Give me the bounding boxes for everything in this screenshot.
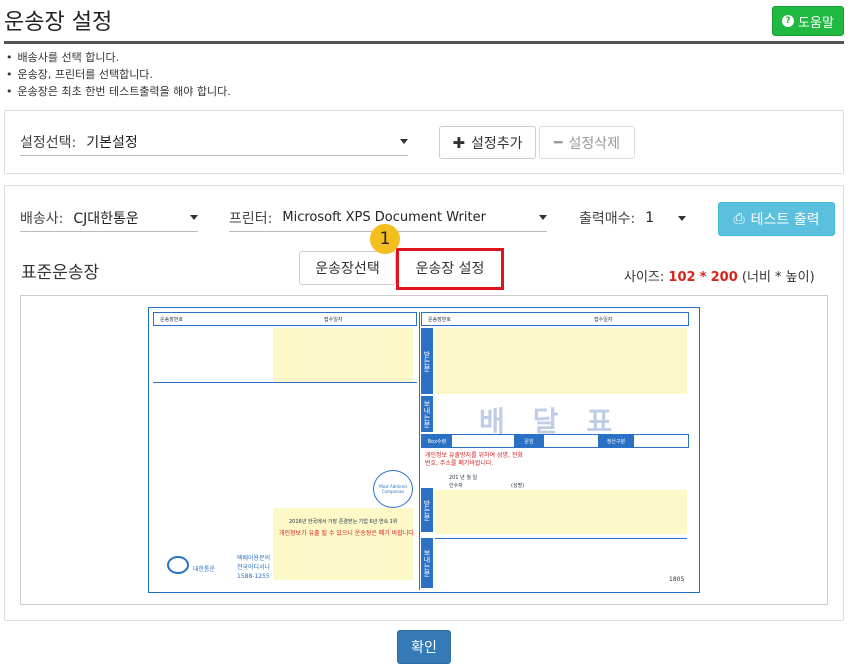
chevron-down-icon [678,215,686,221]
label-code: 1805 [669,576,685,583]
carrier-select[interactable]: 배송사: CJ대한통운 [20,204,198,232]
plus-icon: ✚ [452,133,466,152]
copies-value: 1 [645,210,655,226]
label-box-row: Box수량 운임 정산구분 [421,434,689,448]
label-contact-1: 택배이용문의 [237,555,271,562]
section-title: 표준운송장 [21,263,100,283]
label-sender-tag-2: 보내는분 [421,538,433,588]
instruction-list: 배송사를 선택 합니다. 운송장, 프린터를 선택합니다. 운송장은 최초 한번… [6,49,231,100]
tab-waybill-select[interactable]: 운송장선택 [299,251,396,285]
confirm-label: 확인 [411,640,437,656]
label-waybill-no: 운송장번호 [428,317,452,323]
test-print-label: 테스트 출력 [750,212,820,228]
tab-waybill-select-label: 운송장선택 [315,261,380,277]
chevron-down-icon [190,215,198,220]
label-date: 201 년 월 일 [449,475,478,481]
delete-setting-label: 설정삭제 [568,135,620,152]
label-privacy-note: 개인정보가 유출 될 수 있으니 운송장은 폐기 바랍니다. [279,530,416,537]
cj-logo-icon [167,556,189,574]
page-title: 운송장 설정 [4,10,113,35]
label-yellow-area [435,490,687,534]
size-label: 사이즈: [624,270,665,285]
waybill-image: 운송장번호 접수일자 2016년 한국에서 가장 존경받는 기업 6년 연속 1… [148,307,700,593]
label-waybill-no: 운송장번호 [160,317,184,323]
label-settle-type: 정산구분 [598,435,634,447]
size-width: 102 [668,270,696,285]
printer-label: 프린터: [229,210,273,227]
size-sep: * [699,270,707,285]
size-height: 200 [710,270,738,285]
question-circle-icon: ? [782,15,795,27]
label-signer: 인수자 [449,483,463,489]
label-brand: 대한통운 [193,566,216,573]
label-divider [435,538,687,539]
label-sender-tag: 받는분 [421,328,433,394]
size-unit: (너비 * 높이) [741,270,815,285]
instruction-item: 운송장, 프린터를 선택합니다. [6,66,231,83]
copies-label: 출력매수: [579,211,636,227]
setting-select-value: 기본설정 [86,134,138,151]
printer-value: Microsoft XPS Document Writer [282,210,486,225]
chevron-down-icon [539,215,547,220]
label-top-right-bar: 운송장번호 접수일자 [421,312,689,326]
carrier-value: CJ대한통운 [73,210,139,227]
help-button-label: 도움말 [798,15,834,31]
label-contact-2: 전국어디서나 [237,564,271,571]
instruction-item: 운송장은 최초 한번 테스트출력을 해야 합니다. [6,83,231,100]
label-top-left-bar: 운송장번호 접수일자 [153,312,417,326]
step-marker: 1 [370,224,400,254]
award-seal: Most Admired Companies [373,470,413,508]
test-print-button[interactable]: ⎙ 테스트 출력 [718,202,835,236]
label-privacy-note: 개인정보 유출방지를 위하여 성명, 전화번호, 주소를 폐기바랍니다. [425,452,523,467]
setting-select[interactable]: 설정선택: 기본설정 [20,128,408,156]
label-receiver-tag: 받는분 [421,488,433,532]
label-receive-date: 접수일자 [594,317,613,323]
label-center-divider [419,312,420,590]
instruction-item: 배송사를 선택 합니다. [6,49,231,66]
label-divider [153,382,417,383]
label-sign: (성명) [511,483,525,489]
delete-setting-button[interactable]: ━ 설정삭제 [539,126,635,159]
label-receive-date: 접수일자 [324,317,343,323]
label-contact: 택배이용문의 전국어디서나 1588-1255 [237,554,297,581]
title-divider [4,41,844,44]
chevron-down-icon [400,139,408,144]
label-content-tag: 보내는분 [421,396,433,432]
setting-select-label: 설정선택: [20,134,77,151]
waybill-preview: 운송장번호 접수일자 2016년 한국에서 가장 존경받는 기업 6년 연속 1… [20,295,828,605]
label-yellow-area [435,328,687,394]
help-button[interactable]: ? 도움말 [772,6,844,36]
add-setting-label: 설정추가 [471,135,523,152]
label-yellow-area [273,328,413,382]
award-seal-text: Most Admired Companies [379,484,407,494]
confirm-button[interactable]: 확인 [397,630,451,664]
highlight-box [396,248,504,290]
size-info: 사이즈: 102 * 200 (너비 * 높이) [624,266,815,285]
minus-icon: ━ [554,134,563,151]
label-fare: 운임 [514,435,544,447]
printer-icon: ⎙ [733,211,745,227]
label-phone: 1588-1255 [237,573,270,580]
label-box-qty: Box수량 [422,435,452,447]
add-setting-button[interactable]: ✚ 설정추가 [439,126,536,159]
carrier-label: 배송사: [20,210,64,227]
label-award-text: 2016년 한국에서 가장 존경받는 기업 6년 연속 1위 [289,519,398,525]
copies-select[interactable]: 출력매수: 1 [579,204,686,232]
